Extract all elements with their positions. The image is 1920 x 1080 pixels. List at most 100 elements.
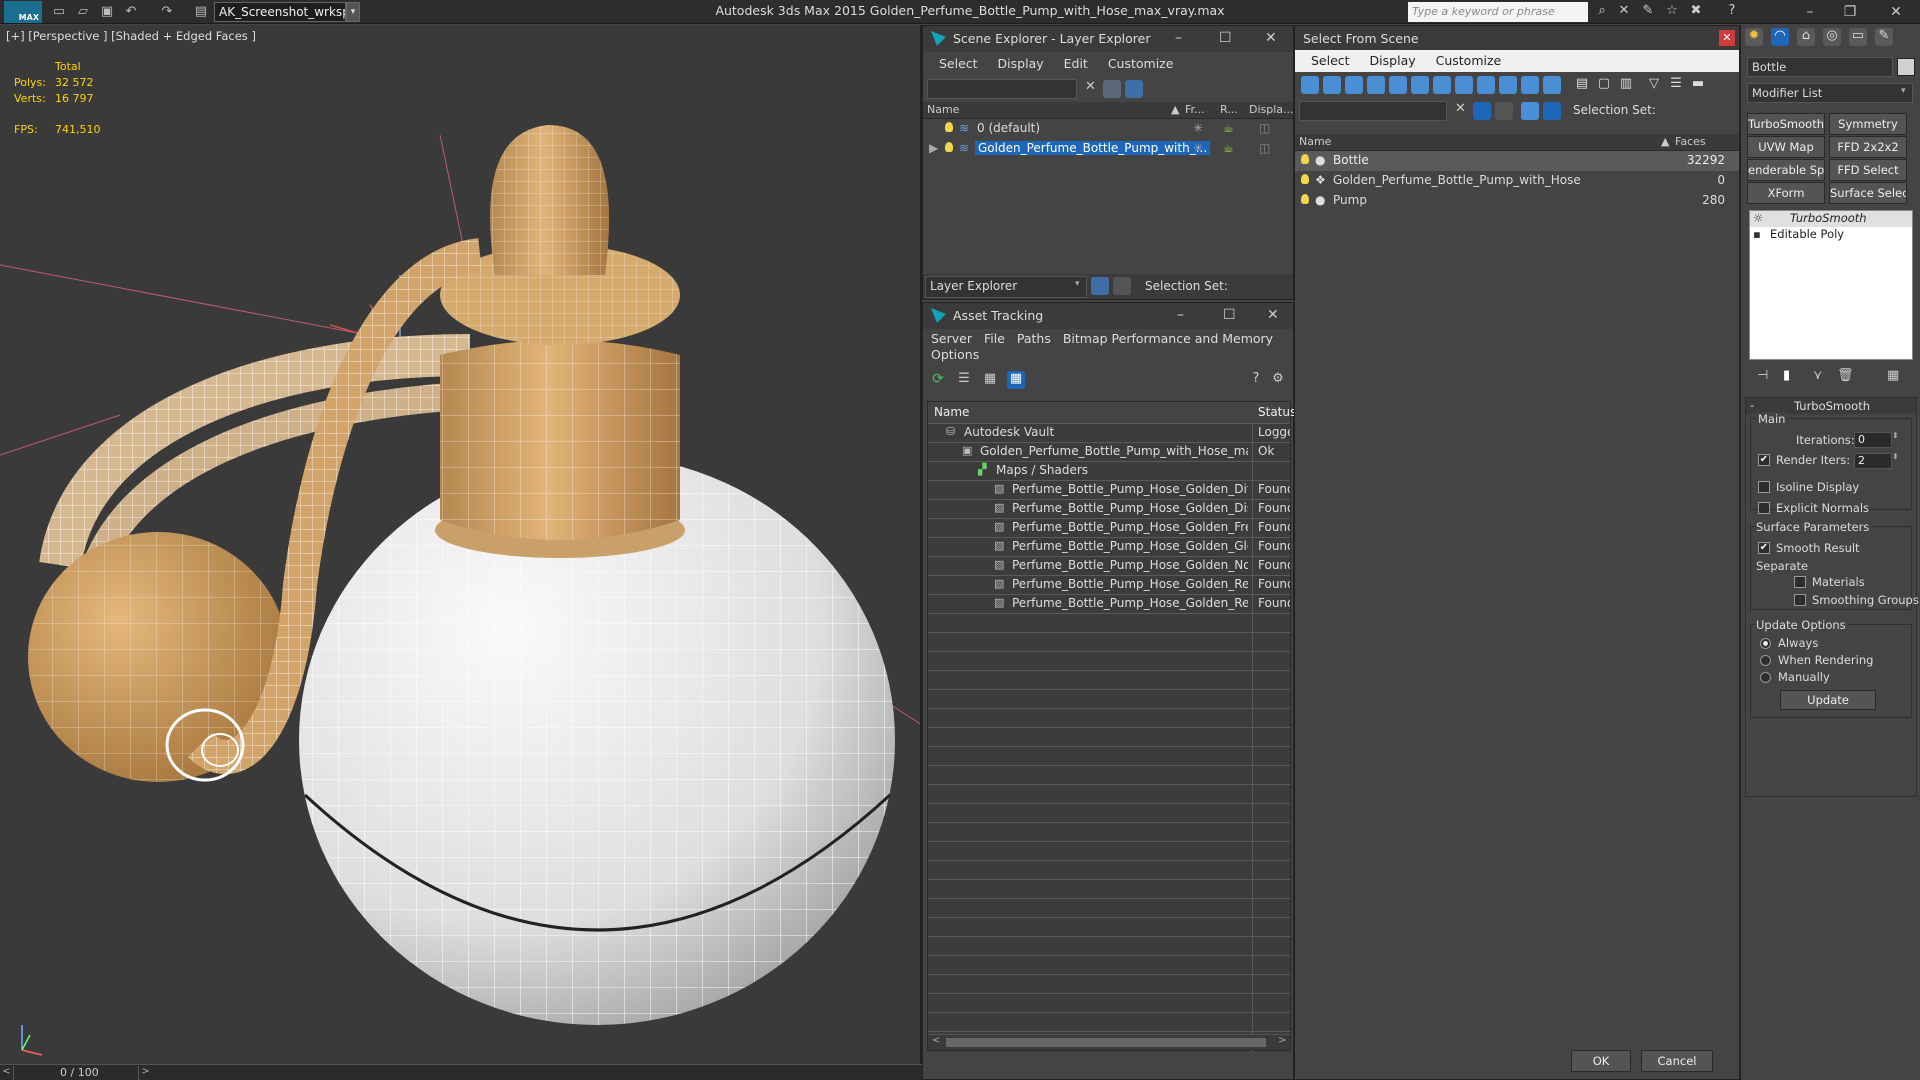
workspace-menu-button[interactable]: ▾ <box>346 2 360 22</box>
menu-display[interactable]: Display <box>990 52 1052 75</box>
app-logo[interactable]: MAX <box>4 1 42 23</box>
col-faces[interactable]: Faces <box>1675 135 1706 148</box>
table-view-icon[interactable]: ▦ <box>981 371 999 389</box>
cameras-filter-icon[interactable] <box>1367 76 1385 94</box>
exchange-icon[interactable]: ✖ <box>1686 3 1706 21</box>
subscription-icon[interactable]: ✎ <box>1638 3 1658 21</box>
close-icon[interactable]: ✕ <box>1876 1 1916 23</box>
asset-row[interactable]: ▧ Perfume_Bottle_Pump_Hose_Golden_Glos...… <box>928 538 1290 557</box>
remove-modifier-icon[interactable]: 🗑 <box>1837 368 1854 383</box>
minimize-icon[interactable]: – <box>1175 30 1182 46</box>
asset-row[interactable]: ⛁ Autodesk Vault Logged <box>928 424 1290 443</box>
asset-row[interactable]: ▧ Perfume_Bottle_Pump_Hose_Golden_Disp...… <box>928 500 1290 519</box>
ffd-2x2x2-button[interactable]: FFD 2x2x2 <box>1829 136 1907 158</box>
hierarchy-tab-icon[interactable]: ⌂ <box>1797 28 1815 46</box>
menu-select[interactable]: Select <box>931 52 986 75</box>
scene-object-row[interactable]: ● Bottle 32292 <box>1295 151 1739 171</box>
containers-filter-icon[interactable] <box>1499 76 1517 94</box>
scroll-right-icon[interactable]: > <box>1278 1035 1286 1046</box>
perspective-viewport[interactable]: [+] [Perspective ] [Shaded + Edged Faces… <box>0 25 922 1064</box>
scrollbar-thumb[interactable] <box>946 1038 1266 1047</box>
redo-icon[interactable]: ↷ <box>158 3 176 21</box>
modifier-list-dropdown[interactable]: Modifier List <box>1747 83 1913 103</box>
symmetry-button[interactable]: Symmetry <box>1829 113 1907 135</box>
collapse-icon[interactable]: - <box>1750 398 1754 412</box>
frozen-filter-icon[interactable] <box>1521 76 1539 94</box>
menu-paths[interactable]: Paths <box>1017 329 1059 346</box>
select-none-icon[interactable]: ▢ <box>1595 76 1613 94</box>
menu-display[interactable]: Display <box>1362 50 1424 71</box>
object-name-field[interactable]: Bottle <box>1747 57 1893 77</box>
col-status[interactable]: Status <box>1258 405 1296 419</box>
render-icon[interactable]: ☕ <box>1223 121 1234 135</box>
asset-tracking-titlebar[interactable]: Asset Tracking – ☐ ✕ <box>923 303 1293 329</box>
close-icon[interactable]: ✕ <box>1267 307 1279 323</box>
undo-icon[interactable]: ↶ <box>122 3 140 21</box>
freeze-icon[interactable]: ✳ <box>1193 121 1203 135</box>
menu-customize[interactable]: Customize <box>1100 52 1182 75</box>
restore-icon[interactable]: ❐ <box>1830 1 1870 23</box>
expand-icon[interactable]: ▶ <box>929 141 938 155</box>
select-from-scene-titlebar[interactable]: Select From Scene ✕ <box>1295 26 1739 50</box>
asset-row[interactable]: ▧ Perfume_Bottle_Pump_Hose_Golden_Nor... F… <box>928 557 1290 576</box>
pin-stack-icon[interactable]: ⊣ <box>1757 368 1768 383</box>
close-icon[interactable]: ✕ <box>1719 30 1735 46</box>
asset-row[interactable]: ▧ Perfume_Bottle_Pump_Hose_Golden_Diff...… <box>928 481 1290 500</box>
surface-select-button[interactable]: Surface Select <box>1829 182 1907 204</box>
time-next-icon[interactable]: > <box>138 1066 152 1080</box>
sort-hierarchy-icon[interactable] <box>1543 102 1561 120</box>
display-tab-icon[interactable]: ▭ <box>1849 28 1867 46</box>
asset-row[interactable]: ▧ Perfume_Bottle_Pump_Hose_Golden_Fren...… <box>928 519 1290 538</box>
new-file-icon[interactable]: ▭ <box>50 3 68 21</box>
workspace-dropdown[interactable]: AK_Screenshot_wrksp <box>214 2 346 22</box>
hierarchy-icon[interactable] <box>1113 277 1131 295</box>
asset-row[interactable]: ▧ Perfume_Bottle_Pump_Hose_Golden_Refr...… <box>928 595 1290 614</box>
motion-tab-icon[interactable]: ◎ <box>1823 28 1841 46</box>
menu-edit[interactable]: Edit <box>1056 52 1096 75</box>
invert-selection-icon[interactable]: ▥ <box>1617 76 1635 94</box>
stack-item-turbosmooth[interactable]: ☼ TurboSmooth <box>1750 211 1912 227</box>
xform-button[interactable]: XForm <box>1747 182 1825 204</box>
stack-item-editable-poly[interactable]: ▪ Editable Poly <box>1750 227 1912 243</box>
bones-filter-icon[interactable] <box>1477 76 1495 94</box>
filter-funnel-icon[interactable]: ▽ <box>1645 76 1663 94</box>
create-tab-icon[interactable]: ✹ <box>1745 28 1763 46</box>
make-unique-icon[interactable]: ⋎ <box>1813 368 1823 383</box>
modify-tab-icon[interactable]: ◠ <box>1771 28 1789 46</box>
binoculars-icon[interactable]: ⌕ <box>1592 3 1612 21</box>
layer-explorer-titlebar[interactable]: Scene Explorer - Layer Explorer – ☐ ✕ <box>923 26 1293 52</box>
spinner-arrows-icon[interactable]: ⬍ <box>1892 431 1899 440</box>
asset-row[interactable]: ▣ Golden_Perfume_Bottle_Pump_with_Hose_ma… <box>928 443 1290 462</box>
layers-icon[interactable] <box>1521 102 1539 120</box>
turbosmooth-button[interactable]: TurboSmooth <box>1747 113 1825 135</box>
select-all-icon[interactable]: ▤ <box>1573 76 1591 94</box>
smoothing-groups-checkbox[interactable] <box>1794 594 1806 606</box>
help-icon[interactable]: ? <box>1247 371 1265 389</box>
geometry-filter-icon[interactable] <box>1301 76 1319 94</box>
configure-sets-icon[interactable]: ▦ <box>1887 368 1899 383</box>
renderable-spline-button[interactable]: enderable Splin <box>1747 159 1825 181</box>
freeze-icon[interactable]: ✳ <box>1193 141 1203 155</box>
light-bulb-icon[interactable]: ☼ <box>1753 211 1763 225</box>
uvw-map-button[interactable]: UVW Map <box>1747 136 1825 158</box>
sort-by-layer-icon[interactable] <box>1091 277 1109 295</box>
scene-object-row[interactable]: ❖ Golden_Perfume_Bottle_Pump_with_Hose 0 <box>1295 171 1739 191</box>
menu-customize[interactable]: Customize <box>1428 50 1510 71</box>
layer-row[interactable]: ≋ 0 (default) ✳ ☕ ◫ <box>923 119 1293 139</box>
collapse-icon[interactable]: ▬ <box>1689 76 1707 94</box>
col-name[interactable]: Name <box>1299 135 1331 148</box>
layer-tools-icon[interactable] <box>1125 80 1143 98</box>
clear-search-icon[interactable]: ✕ <box>1085 79 1096 94</box>
refresh-icon[interactable]: ⟳ <box>929 371 947 389</box>
layer-search-input[interactable] <box>927 79 1077 99</box>
menu-options[interactable]: Options <box>931 347 979 362</box>
display-icon[interactable]: ◫ <box>1259 121 1270 135</box>
col-name[interactable]: Name <box>927 103 959 116</box>
help-icon[interactable]: ? <box>1722 3 1742 21</box>
time-prev-icon[interactable]: < <box>0 1066 14 1080</box>
smooth-result-checkbox[interactable]: ✔ <box>1758 542 1770 554</box>
shapes-filter-icon[interactable] <box>1323 76 1341 94</box>
light-bulb-icon[interactable] <box>945 122 953 132</box>
favorites-icon[interactable]: ☆ <box>1662 3 1682 21</box>
restore-icon[interactable]: ☐ <box>1223 307 1236 323</box>
